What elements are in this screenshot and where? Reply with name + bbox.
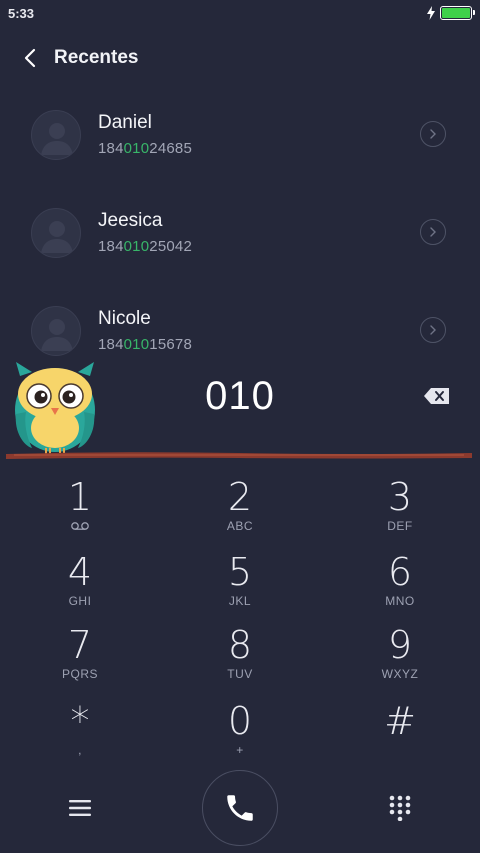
bottom-action-bar	[0, 770, 480, 853]
key-letters: TUV	[227, 667, 253, 681]
contact-number: 18401015678	[98, 336, 192, 353]
header: Recentes	[0, 36, 480, 80]
key-digit: 0	[227, 699, 253, 743]
avatar	[31, 208, 81, 258]
charging-bolt-icon	[427, 6, 435, 20]
contact-detail-button[interactable]	[420, 317, 446, 343]
hamburger-menu-icon	[69, 800, 91, 816]
dialed-number-display: 010	[205, 374, 275, 418]
key-1[interactable]: 1	[20, 476, 140, 548]
key-letters: JKL	[228, 594, 252, 608]
backspace-icon[interactable]	[423, 386, 451, 406]
key-digit: 6	[387, 550, 413, 594]
key-7[interactable]: 7 PQRS	[20, 624, 140, 696]
key-digit: 3	[387, 475, 413, 519]
key-letters: WXYZ	[381, 667, 419, 681]
key-8[interactable]: 8 TUV	[180, 624, 300, 696]
key-4[interactable]: 4 GHI	[20, 551, 140, 623]
avatar	[31, 110, 81, 160]
key-3[interactable]: 3 DEF	[340, 476, 460, 548]
key-digit: 8	[227, 623, 253, 667]
contact-number: 18401025042	[98, 238, 192, 255]
key-letters: ,	[78, 743, 82, 757]
avatar	[31, 306, 81, 356]
back-button[interactable]	[10, 38, 50, 78]
key-letters: MNO	[385, 594, 415, 608]
contact-detail-button[interactable]	[420, 121, 446, 147]
key-letters: PQRS	[61, 667, 98, 681]
person-placeholder-icon	[41, 319, 73, 351]
key-letters: DEF	[387, 519, 413, 533]
chevron-right-icon	[430, 129, 436, 139]
chevron-right-icon	[430, 227, 436, 237]
person-placeholder-icon	[41, 123, 73, 155]
menu-button[interactable]	[60, 790, 100, 826]
key-digit: 7	[67, 623, 93, 667]
status-bar: 5:33	[0, 0, 480, 26]
dialpad-toggle-button[interactable]	[380, 790, 420, 826]
chevron-right-icon	[430, 325, 436, 335]
number-match-highlight: 010	[123, 140, 150, 157]
key-star[interactable]: * ,	[20, 700, 140, 772]
key-digit: 5	[227, 550, 253, 594]
key-digit: 4	[67, 550, 93, 594]
key-digit: 1	[67, 475, 93, 519]
call-button[interactable]	[202, 770, 278, 846]
dialpad-icon	[389, 795, 411, 821]
contact-detail-button[interactable]	[420, 219, 446, 245]
contact-list-item[interactable]: Jeesica 18401025042	[0, 206, 480, 282]
person-placeholder-icon	[41, 221, 73, 253]
battery-icon	[440, 6, 475, 20]
key-digit: 9	[387, 623, 413, 667]
contact-name: Jeesica	[98, 210, 163, 231]
key-letters: GHI	[68, 594, 92, 608]
key-digit: *	[70, 699, 90, 743]
key-0[interactable]: 0 +	[180, 700, 300, 772]
phone-icon	[227, 795, 253, 821]
contact-name: Daniel	[98, 112, 152, 133]
key-2[interactable]: 2 ABC	[180, 476, 300, 548]
status-indicators	[426, 6, 475, 20]
contact-name: Nicole	[98, 308, 151, 329]
page-title: Recentes	[54, 47, 139, 68]
key-hash[interactable]: #	[340, 700, 460, 772]
contact-number: 18401024685	[98, 140, 192, 157]
contact-list-item[interactable]: Daniel 18401024685	[0, 108, 480, 184]
number-match-highlight: 010	[123, 238, 150, 255]
key-digit: 2	[227, 475, 253, 519]
key-5[interactable]: 5 JKL	[180, 551, 300, 623]
branch-divider	[6, 452, 472, 459]
key-9[interactable]: 9 WXYZ	[340, 624, 460, 696]
chevron-left-icon	[24, 48, 36, 68]
number-match-highlight: 010	[123, 336, 150, 353]
voicemail-icon	[20, 521, 140, 531]
key-letters: +	[236, 743, 244, 757]
key-6[interactable]: 6 MNO	[340, 551, 460, 623]
key-letters: ABC	[226, 519, 254, 533]
status-time: 5:33	[8, 5, 35, 21]
key-digit: #	[384, 699, 416, 743]
